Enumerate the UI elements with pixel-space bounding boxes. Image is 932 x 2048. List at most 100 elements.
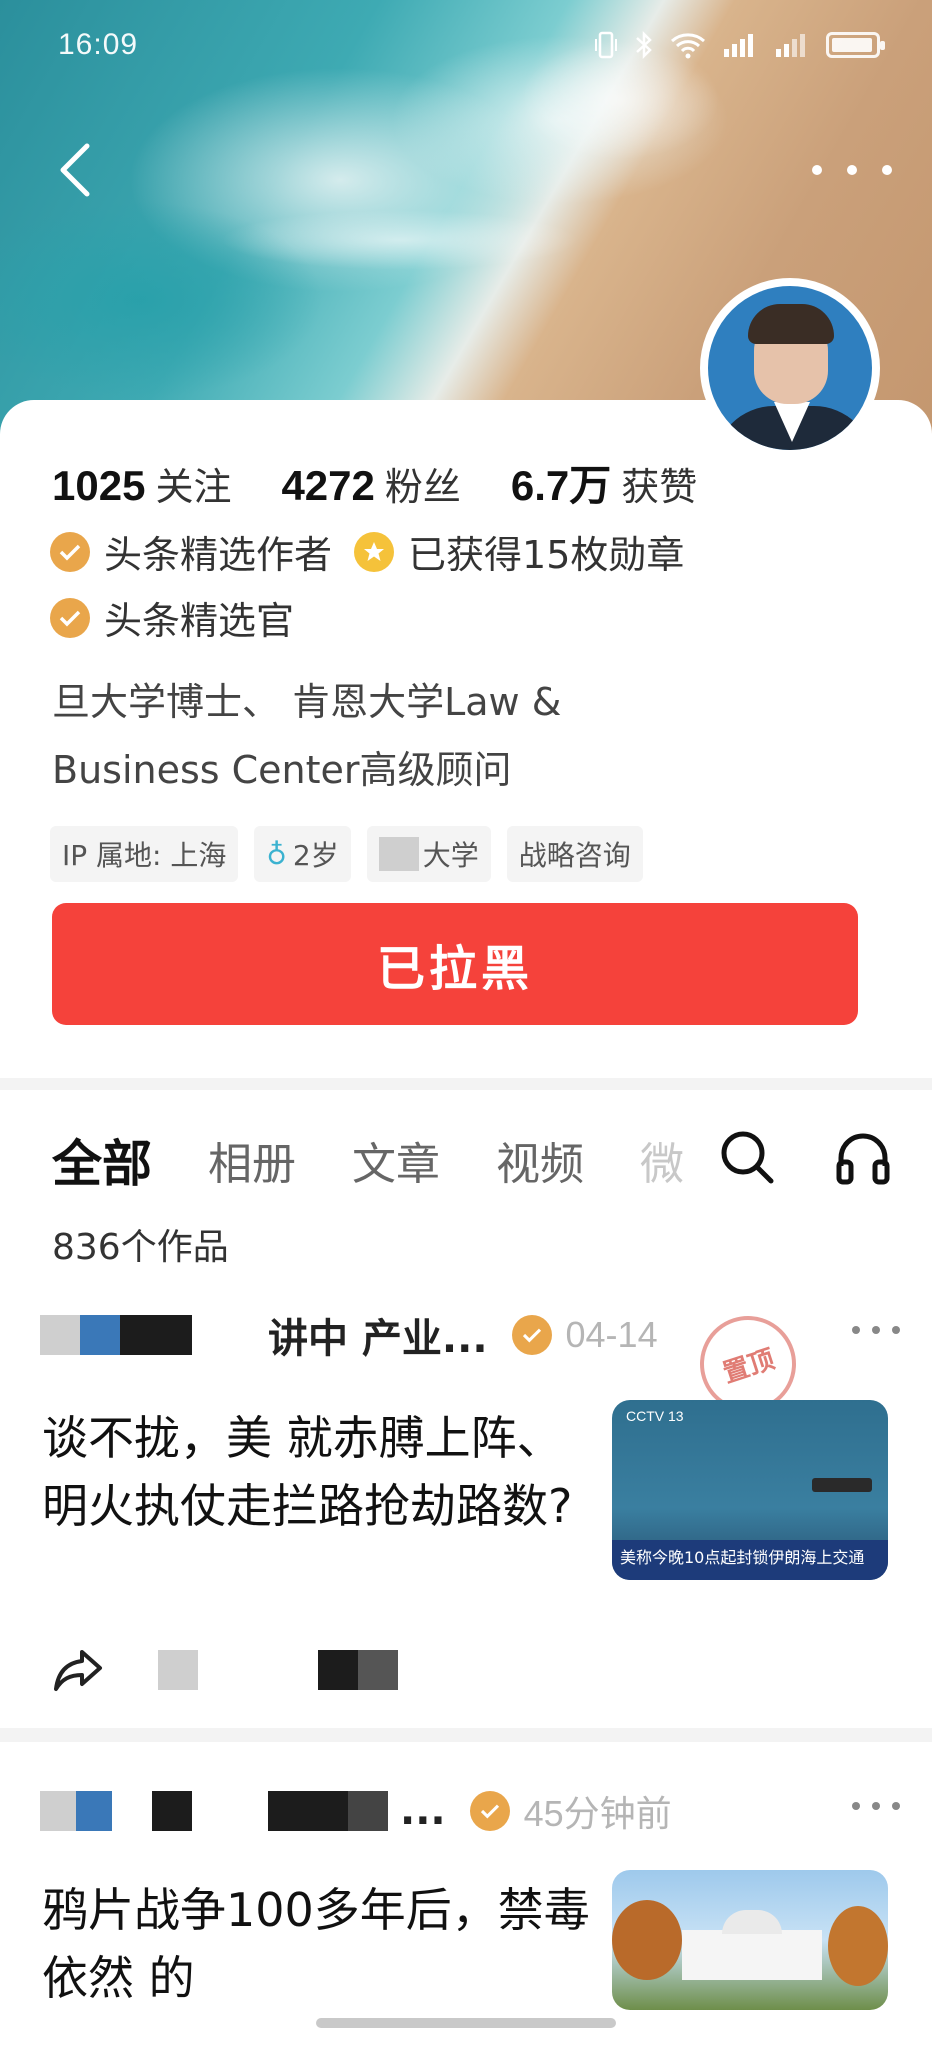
search-icon[interactable]: [718, 1128, 776, 1186]
badge-row-1: 头条精选作者 已获得15枚勋章: [50, 524, 684, 579]
status-bar: 16:09: [0, 0, 932, 90]
badge-label[interactable]: 已获得15枚勋章: [408, 524, 684, 579]
feed-thumbnail[interactable]: CCTV 13 美称今晚10点起封锁伊朗海上交通: [612, 1400, 888, 1580]
blurred-text: [120, 1315, 192, 1355]
content-tabs: 全部 相册 文章 视频 微: [52, 1120, 684, 1200]
feed-actions: [52, 1640, 892, 1700]
stat-value: 1025: [52, 462, 146, 509]
status-icons: [594, 30, 885, 60]
more-options-button[interactable]: [812, 150, 892, 190]
blurred-avatar: [80, 1315, 120, 1355]
feed-more-button[interactable]: [852, 1326, 900, 1334]
more-dot: [872, 1326, 880, 1334]
battery-icon: [826, 32, 885, 58]
blocked-button[interactable]: 已拉黑: [52, 903, 858, 1025]
stat-value: 4272: [281, 462, 375, 509]
verified-icon: [469, 1791, 510, 1831]
bio-line: Business Center高级顾问: [52, 748, 512, 792]
profile-stats: 1025 关注 4272 粉丝 6.7万 获赞: [52, 452, 747, 513]
tab-videos[interactable]: 视频: [496, 1128, 584, 1192]
tv-logo: CCTV 13: [626, 1408, 684, 1424]
wifi-icon: [671, 33, 705, 59]
more-dot: [847, 165, 857, 175]
badge-label[interactable]: 头条精选官: [104, 590, 294, 645]
feed-header: ... 45分钟前: [40, 1776, 900, 1846]
stat-likes[interactable]: 6.7万 获赞: [511, 452, 697, 513]
works-count: 836个作品: [52, 1227, 229, 1268]
more-dot: [882, 165, 892, 175]
more-dot: [892, 1326, 900, 1334]
tab-micro[interactable]: 微: [640, 1128, 684, 1192]
blurred-text: [318, 1650, 358, 1690]
home-indicator[interactable]: [316, 2018, 616, 2028]
feed-title[interactable]: 鸦片战争100多年后，禁毒依然 的: [42, 1876, 602, 2012]
tag-ip-location: IP 属地: 上海: [50, 826, 239, 882]
bluetooth-icon: [636, 30, 652, 60]
tree-shape: [612, 1900, 682, 1980]
tab-articles[interactable]: 文章: [352, 1128, 440, 1192]
roof-shape: [722, 1910, 782, 1934]
gender-icon: ♁: [266, 837, 287, 871]
blurred-text: [348, 1791, 388, 1831]
verified-officer-icon: [50, 597, 90, 638]
blurred-text: [152, 1791, 192, 1831]
back-button[interactable]: [44, 140, 104, 200]
wave-foam: [220, 210, 580, 270]
blurred-avatar: [76, 1791, 112, 1831]
tag-field: 战略咨询: [506, 826, 643, 882]
blurred-text: [158, 1650, 198, 1690]
status-time: 16:09: [58, 28, 139, 61]
blurred-text: [268, 1791, 348, 1831]
section-divider: [0, 1728, 932, 1742]
feed-thumbnail[interactable]: [612, 1870, 888, 2010]
stat-following[interactable]: 1025 关注: [52, 456, 231, 511]
building-shape: [682, 1930, 822, 1980]
blurred-avatar: [40, 1315, 80, 1355]
tab-album[interactable]: 相册: [208, 1128, 296, 1192]
more-dot: [872, 1802, 880, 1810]
news-ticker: 美称今晚10点起封锁伊朗海上交通: [612, 1540, 888, 1580]
more-dot: [892, 1802, 900, 1810]
avatar[interactable]: [700, 278, 880, 458]
vibrate-icon: [595, 31, 617, 59]
feed-title[interactable]: 谈不拢，美 就赤膊上阵、明火执仗走拦路抢劫路数?: [42, 1404, 602, 1540]
section-divider: [0, 1078, 932, 1090]
badge-label[interactable]: 头条精选作者: [104, 524, 332, 579]
tag-age: ♁ 2岁: [254, 826, 351, 882]
stat-label: 获赞: [621, 465, 698, 509]
feed-time: 04-14: [565, 1314, 658, 1355]
chevron-left-icon: [60, 143, 90, 197]
badge-row-2: 头条精选官: [50, 590, 294, 645]
stat-value: 6.7万: [510, 462, 612, 509]
profile-bio: 旦大学博士、 肯恩大学Law & Business Center高级顾问: [52, 668, 892, 804]
stat-followers[interactable]: 4272 粉丝: [281, 456, 460, 511]
feed-time: 45分钟前: [523, 1793, 672, 1834]
share-icon[interactable]: [52, 1646, 104, 1694]
medal-icon: [354, 531, 395, 572]
profile-tags: IP 属地: 上海 ♁ 2岁 大学 战略咨询: [50, 826, 643, 882]
more-dot: [812, 165, 822, 175]
feed-author[interactable]: 讲中 产业...: [268, 1306, 488, 1364]
stat-label: 粉丝: [384, 465, 461, 509]
tab-tools: [718, 1128, 892, 1186]
blurred-text: [378, 837, 419, 871]
tree-shape: [828, 1906, 888, 1986]
ship-shape: [812, 1478, 872, 1492]
signal-icon: [724, 34, 753, 57]
stat-label: 关注: [155, 465, 232, 509]
tag-school: 大学: [366, 826, 491, 882]
more-dot: [852, 1326, 860, 1334]
more-dot: [852, 1802, 860, 1810]
headphones-icon[interactable]: [834, 1128, 892, 1186]
verified-author-icon: [50, 531, 90, 572]
signal-icon: [776, 34, 805, 57]
blurred-text: [358, 1650, 398, 1690]
verified-icon: [511, 1315, 552, 1355]
bio-line: 旦大学博士、 肯恩大学Law &: [52, 680, 562, 724]
feed-author[interactable]: ...: [400, 1788, 446, 1834]
profile-card: 1025 关注 4272 粉丝 6.7万 获赞 头条精选作者 已获得15枚勋章 …: [0, 400, 932, 1080]
blurred-avatar: [40, 1791, 76, 1831]
tab-all[interactable]: 全部: [52, 1124, 152, 1196]
feed-more-button[interactable]: [852, 1802, 900, 1810]
avatar-hair: [748, 304, 834, 344]
